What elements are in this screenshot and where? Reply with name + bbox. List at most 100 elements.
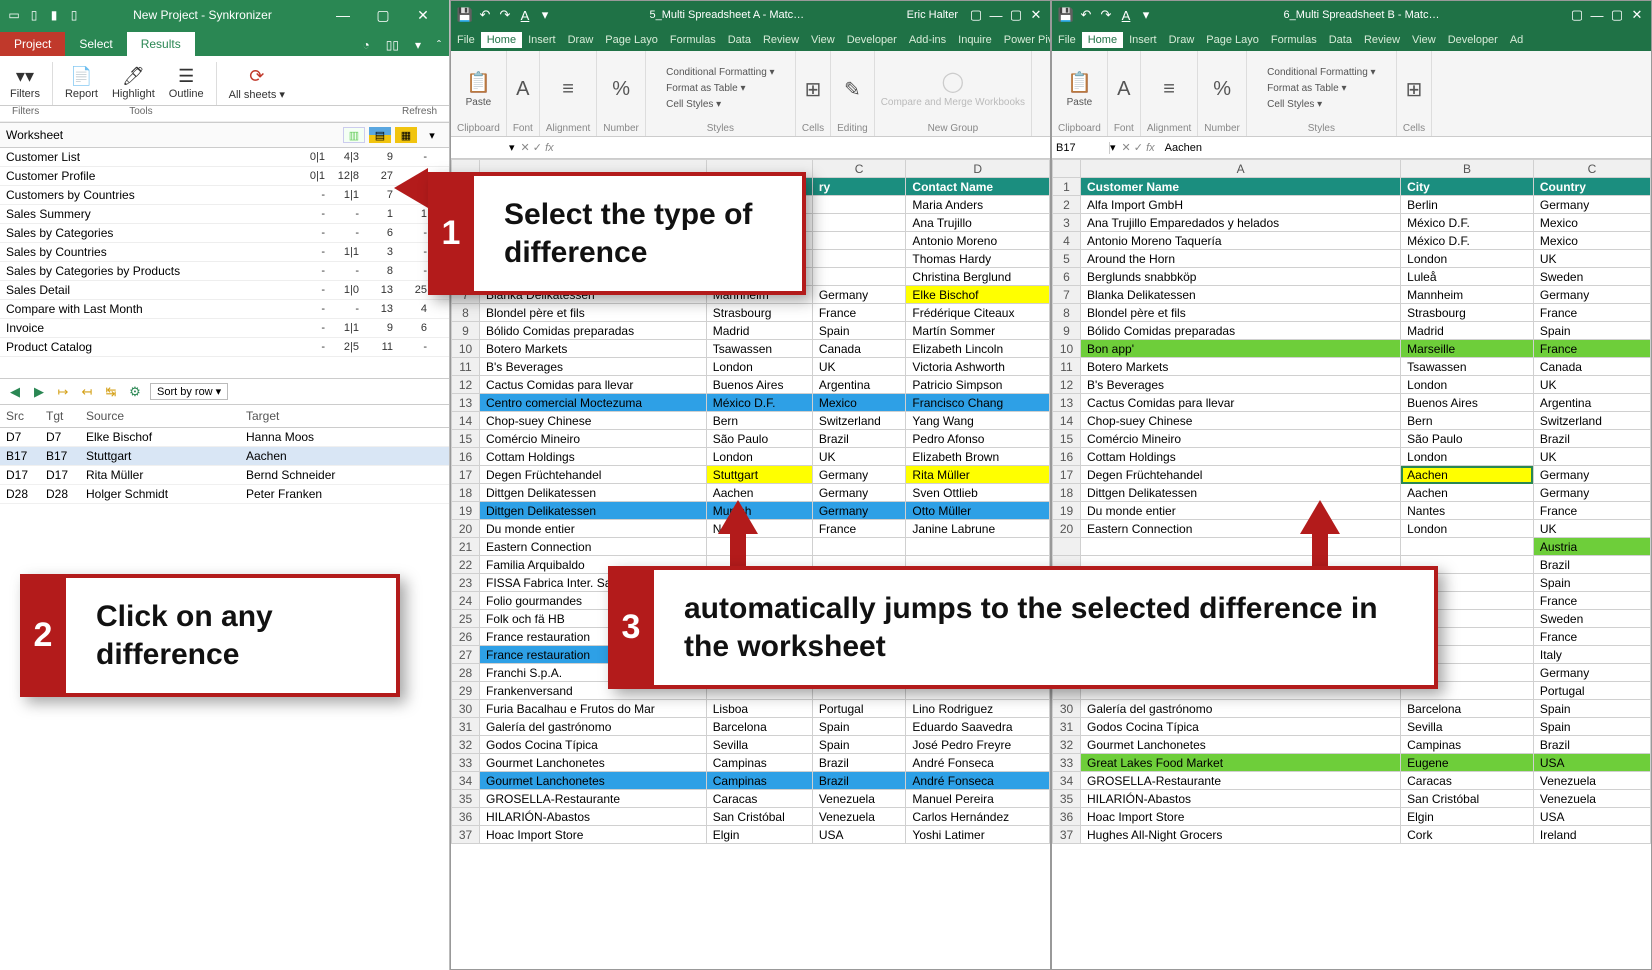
- redo-icon[interactable]: ↷: [495, 7, 515, 23]
- menu-ad[interactable]: Ad: [1504, 32, 1529, 48]
- menu-view[interactable]: View: [1406, 32, 1442, 48]
- worksheet-row[interactable]: Compare with Last Month--134: [0, 300, 449, 319]
- menu-power-pivo[interactable]: Power Pivo: [998, 32, 1050, 48]
- spreadsheet-b[interactable]: ABC1Customer NameCityCountry2Alfa Import…: [1052, 159, 1651, 844]
- diff-row[interactable]: D7D7Elke BischofHanna Moos: [0, 428, 449, 447]
- cond-format-button[interactable]: Conditional Formatting ▾: [666, 66, 774, 80]
- number-icon[interactable]: %: [612, 78, 630, 101]
- help-icon[interactable]: ▾: [407, 34, 429, 56]
- report-button[interactable]: 📄Report: [61, 62, 102, 103]
- align-icon[interactable]: ≡: [562, 78, 574, 101]
- window-restore-icon[interactable]: ▢: [966, 7, 986, 23]
- menu-add-ins[interactable]: Add-ins: [903, 32, 952, 48]
- save-icon[interactable]: 💾: [455, 7, 475, 23]
- menu-file[interactable]: File: [451, 32, 481, 48]
- minimize-icon[interactable]: —: [323, 7, 363, 23]
- worksheet-row[interactable]: Sales by Countries-1|13-: [0, 243, 449, 262]
- menu-data[interactable]: Data: [1323, 32, 1358, 48]
- font-icon[interactable]: A: [1116, 8, 1136, 23]
- settings-icon[interactable]: ⚙: [126, 384, 144, 400]
- maximize-icon[interactable]: ▢: [1607, 7, 1627, 23]
- tab-project[interactable]: Project: [0, 32, 65, 56]
- worksheet-row[interactable]: Sales by Categories--6-: [0, 224, 449, 243]
- cell-styles-button[interactable]: Cell Styles ▾: [666, 98, 721, 112]
- format-table-button[interactable]: Format as Table ▾: [666, 82, 745, 96]
- menu-review[interactable]: Review: [1358, 32, 1406, 48]
- worksheet-row[interactable]: Invoice-1|196: [0, 319, 449, 338]
- layout-icon[interactable]: ▮: [46, 7, 62, 23]
- align-icon[interactable]: ≡: [1163, 78, 1175, 101]
- number-icon[interactable]: %: [1213, 78, 1231, 101]
- menu-formulas[interactable]: Formulas: [664, 32, 722, 48]
- worksheet-row[interactable]: Sales Summery--11: [0, 205, 449, 224]
- layout-icon[interactable]: ▯: [66, 7, 82, 23]
- filters-button[interactable]: ▾▾Filters: [6, 62, 44, 103]
- menu-draw[interactable]: Draw: [1163, 32, 1201, 48]
- wizard-icon[interactable]: ◔: [355, 34, 378, 56]
- copy-icon[interactable]: ↹: [102, 384, 120, 400]
- menu-inquire[interactable]: Inquire: [952, 32, 998, 48]
- filter-type-cells-icon[interactable]: ▦: [395, 127, 417, 143]
- paste-icon[interactable]: 📋: [466, 70, 491, 95]
- diff-row[interactable]: D28D28Holger SchmidtPeter Franken: [0, 485, 449, 504]
- menu-insert[interactable]: Insert: [1123, 32, 1163, 48]
- menu-home[interactable]: Home: [1082, 32, 1123, 48]
- save-icon[interactable]: 💾: [1056, 7, 1076, 23]
- menu-page-layo[interactable]: Page Layo: [599, 32, 664, 48]
- font-group-icon[interactable]: A: [1117, 78, 1130, 101]
- font-icon[interactable]: A: [515, 8, 535, 23]
- undo-icon[interactable]: ↶: [1076, 7, 1096, 23]
- filter-type-rows-icon[interactable]: ▤: [369, 127, 391, 143]
- cond-format-button[interactable]: Conditional Formatting ▾: [1267, 66, 1375, 80]
- layout-icon[interactable]: ▯: [26, 7, 42, 23]
- formula-bar-b[interactable]: B17▾ ✕ ✓ fx Aachen: [1052, 137, 1651, 159]
- compare-icon[interactable]: ◯: [942, 69, 964, 94]
- jump-src-icon[interactable]: ↦: [54, 384, 72, 400]
- menu-developer[interactable]: Developer: [1442, 32, 1504, 48]
- undo-icon[interactable]: ↶: [475, 7, 495, 23]
- formula-bar-a[interactable]: ▾ ✕ ✓ fx: [451, 137, 1050, 159]
- filter-dropdown-icon[interactable]: ▾: [421, 127, 443, 143]
- menu-data[interactable]: Data: [722, 32, 757, 48]
- menu-developer[interactable]: Developer: [841, 32, 903, 48]
- user-name[interactable]: Eric Halter: [899, 9, 966, 21]
- outline-button[interactable]: ☰Outline: [165, 62, 208, 103]
- menu-insert[interactable]: Insert: [522, 32, 562, 48]
- diff-row[interactable]: D17D17Rita MüllerBernd Schneider: [0, 466, 449, 485]
- worksheet-row[interactable]: Customer Profile0|112|827-: [0, 167, 449, 186]
- worksheet-list[interactable]: Customer List0|14|39-Customer Profile0|1…: [0, 148, 449, 378]
- maximize-icon[interactable]: ▢: [1006, 7, 1026, 23]
- namebox[interactable]: B17: [1052, 142, 1110, 154]
- font-group-icon[interactable]: A: [516, 78, 529, 101]
- layout-icon[interactable]: ▭: [6, 7, 22, 23]
- filter-type-columns-icon[interactable]: ▥: [343, 127, 365, 143]
- minimize-icon[interactable]: —: [1587, 8, 1607, 23]
- refresh-button[interactable]: ⟳All sheets ▾: [225, 62, 289, 103]
- worksheet-row[interactable]: Customers by Countries-1|17-: [0, 186, 449, 205]
- worksheet-row[interactable]: Sales by Categories by Products--8-: [0, 262, 449, 281]
- menu-home[interactable]: Home: [481, 32, 522, 48]
- close-icon[interactable]: ✕: [403, 7, 443, 24]
- menu-file[interactable]: File: [1052, 32, 1082, 48]
- menu-review[interactable]: Review: [757, 32, 805, 48]
- paste-icon[interactable]: 📋: [1067, 70, 1092, 95]
- format-table-button[interactable]: Format as Table ▾: [1267, 82, 1346, 96]
- jump-tgt-icon[interactable]: ↤: [78, 384, 96, 400]
- worksheet-row[interactable]: Product Catalog-2|511-: [0, 338, 449, 357]
- menu-page-layo[interactable]: Page Layo: [1200, 32, 1265, 48]
- menu-formulas[interactable]: Formulas: [1265, 32, 1323, 48]
- close-icon[interactable]: ✕: [1026, 7, 1046, 23]
- diff-row[interactable]: B17B17StuttgartAachen: [0, 447, 449, 466]
- tab-select[interactable]: Select: [65, 32, 126, 56]
- cell-styles-button[interactable]: Cell Styles ▾: [1267, 98, 1322, 112]
- close-icon[interactable]: ✕: [1627, 7, 1647, 23]
- tab-results[interactable]: Results: [127, 32, 195, 56]
- worksheet-row[interactable]: Sales Detail-1|01325: [0, 281, 449, 300]
- dock-icon[interactable]: ▯▯: [378, 34, 407, 56]
- menu-view[interactable]: View: [805, 32, 841, 48]
- window-restore-icon[interactable]: ▢: [1567, 7, 1587, 23]
- cells-icon[interactable]: ⊞: [805, 77, 822, 102]
- maximize-icon[interactable]: ▢: [363, 7, 403, 24]
- menu-draw[interactable]: Draw: [562, 32, 600, 48]
- next-diff-icon[interactable]: ▶: [30, 384, 48, 400]
